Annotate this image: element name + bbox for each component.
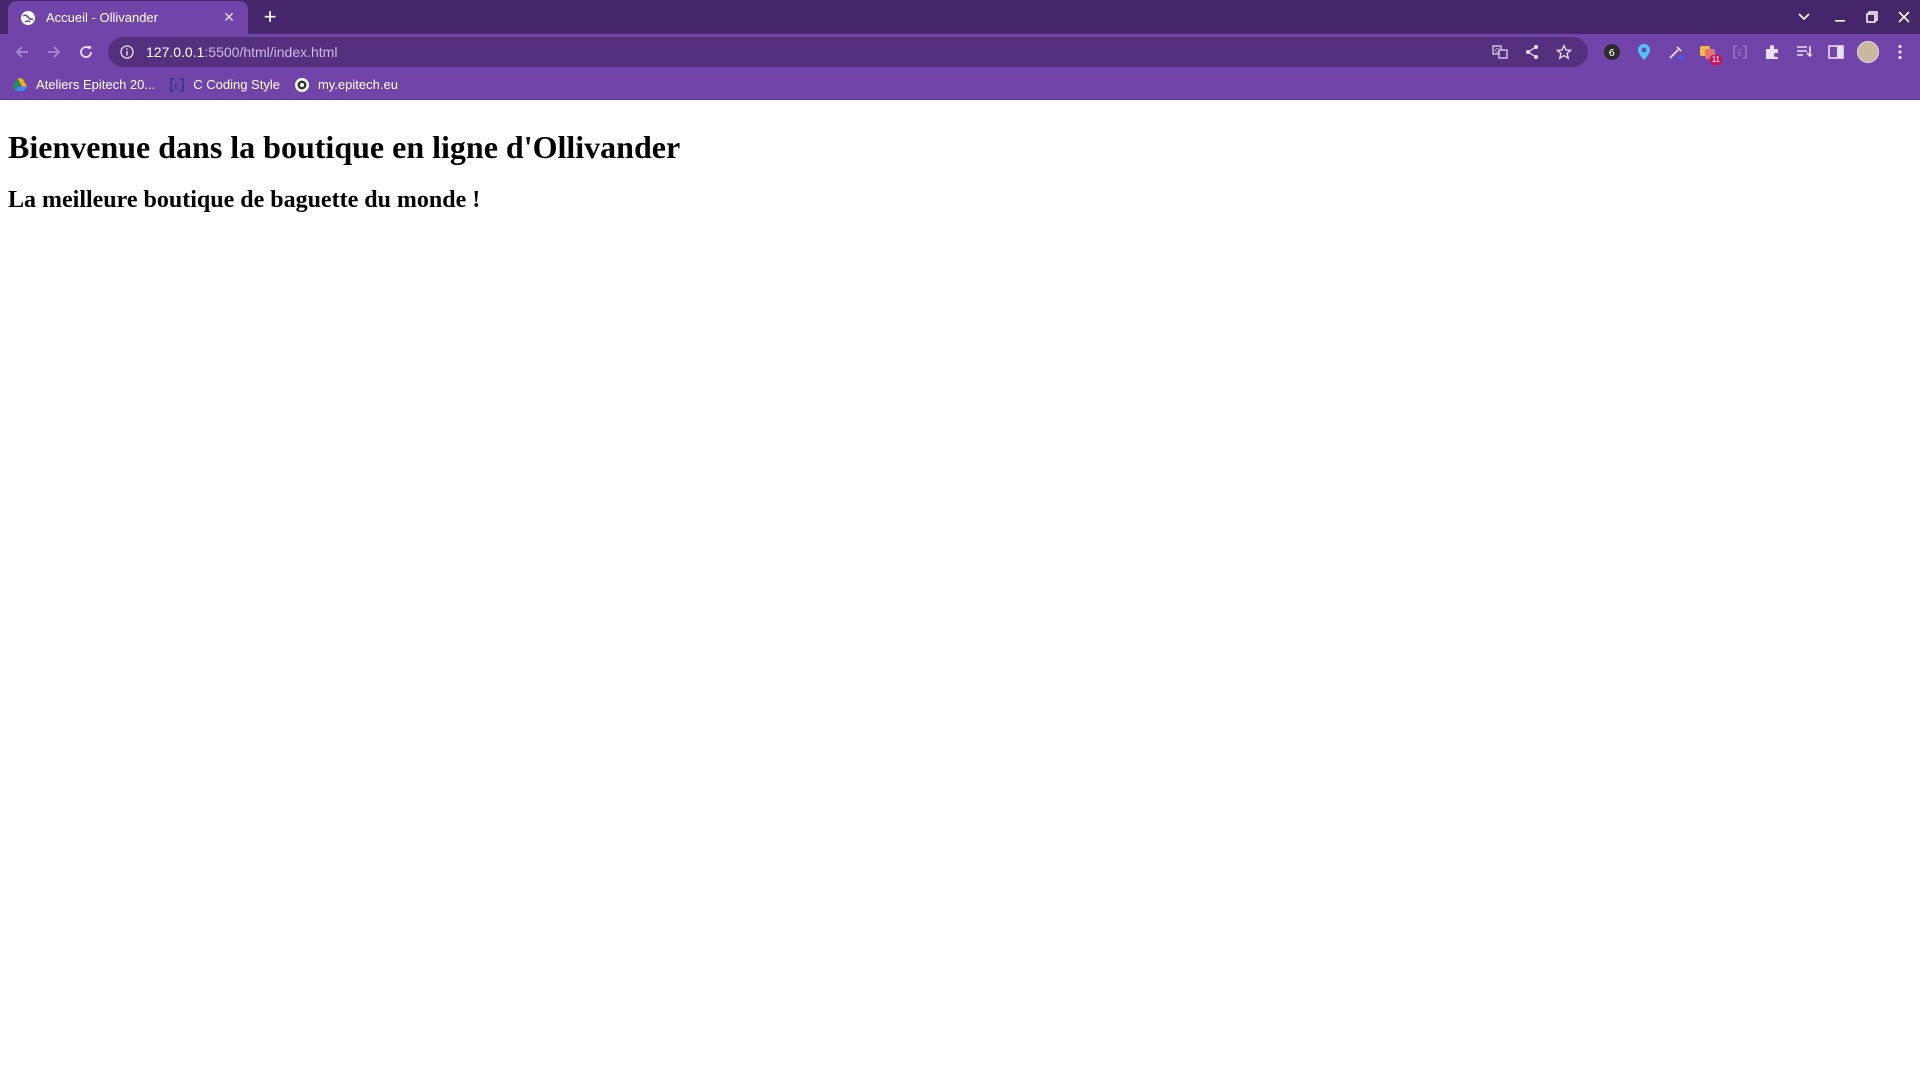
epitech-icon: E xyxy=(169,77,185,93)
url-host: 127.0.0.1 xyxy=(146,44,205,60)
bookmark-ateliers[interactable]: Ateliers Epitech 20... xyxy=(12,77,155,93)
side-panel-icon[interactable] xyxy=(1820,36,1852,68)
bookmark-label: my.epitech.eu xyxy=(317,77,398,92)
star-icon[interactable] xyxy=(1550,38,1578,66)
reload-icon[interactable] xyxy=(70,36,102,68)
location-pin-icon[interactable] xyxy=(1628,36,1660,68)
svg-text:G: G xyxy=(1495,48,1500,55)
target-icon xyxy=(294,77,310,93)
translate-icon[interactable]: G xyxy=(1486,38,1514,66)
globe-icon xyxy=(20,10,36,26)
svg-text:E: E xyxy=(175,82,179,90)
forward-icon[interactable] xyxy=(38,36,70,68)
epitech-extension-icon[interactable]: E xyxy=(1724,36,1756,68)
puzzle-icon[interactable] xyxy=(1756,36,1788,68)
svg-text:6: 6 xyxy=(1609,48,1615,59)
page-title: Bienvenue dans la boutique en ligne d'Ol… xyxy=(8,129,681,165)
bookmark-label: Ateliers Epitech 20... xyxy=(36,77,156,92)
chevron-down-icon[interactable] xyxy=(1788,0,1820,34)
menu-icon[interactable] xyxy=(1884,36,1916,68)
profile-avatar[interactable] xyxy=(1852,36,1884,68)
close-icon[interactable]: ✕ xyxy=(220,9,238,27)
window-controls xyxy=(1788,0,1920,34)
reading-list-icon[interactable] xyxy=(1788,36,1820,68)
window-close-icon[interactable] xyxy=(1888,0,1920,34)
bookmark-my-epitech[interactable]: my.epitech.eu xyxy=(294,77,398,93)
bookmark-coding-style[interactable]: E C Coding Style xyxy=(169,77,280,93)
google-drive-icon xyxy=(12,77,28,93)
extension-badge: 11 xyxy=(1709,55,1722,65)
tab-active[interactable]: Accueil - Ollivander ✕ xyxy=(8,1,248,34)
page-subtitle: La meilleure boutique de baguette du mon… xyxy=(8,187,481,213)
info-icon[interactable] xyxy=(118,43,136,61)
page-content: Bienvenue dans la boutique en ligne d'Ol… xyxy=(0,100,1920,242)
back-icon[interactable] xyxy=(6,36,38,68)
avatar xyxy=(1857,41,1879,63)
tab-title: Accueil - Ollivander xyxy=(46,10,158,25)
extension-badge-icon[interactable]: 11 xyxy=(1692,36,1724,68)
svg-text:E: E xyxy=(1738,49,1743,58)
extension-6-icon[interactable]: 6 xyxy=(1596,36,1628,68)
minimize-icon[interactable] xyxy=(1824,0,1856,34)
eyedropper-icon[interactable] xyxy=(1660,36,1692,68)
tab-strip: Accueil - Ollivander ✕ + xyxy=(0,0,1920,34)
browser-chrome: Accueil - Ollivander ✕ + 127.0.0.1:5500… xyxy=(0,0,1920,100)
restore-icon[interactable] xyxy=(1856,0,1888,34)
address-bar[interactable]: 127.0.0.1:5500/html/index.html G xyxy=(108,37,1588,67)
url-path: :5500/html/index.html xyxy=(204,44,338,60)
plus-icon[interactable]: + xyxy=(258,6,282,30)
bookmark-label: C Coding Style xyxy=(193,77,280,92)
extensions-area: 6 11 E xyxy=(1596,36,1916,68)
share-icon[interactable] xyxy=(1518,38,1546,66)
browser-toolbar: 127.0.0.1:5500/html/index.html G 6 11 E xyxy=(0,34,1920,70)
bookmarks-bar: Ateliers Epitech 20... E C Coding Style … xyxy=(0,70,1920,100)
